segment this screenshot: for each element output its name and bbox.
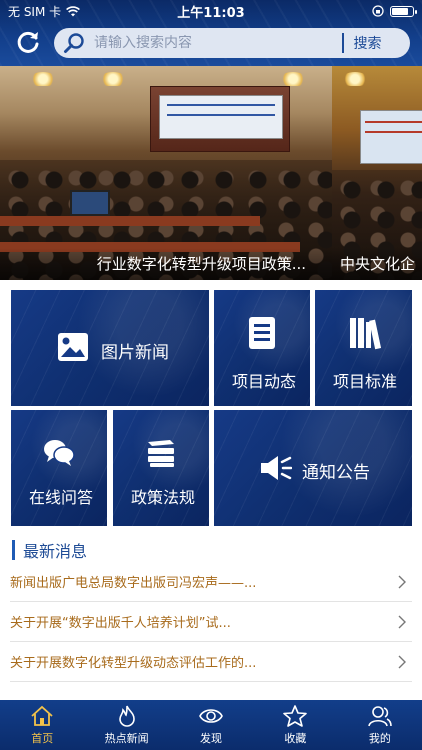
tile-project-news[interactable]: 项目动态	[214, 290, 310, 406]
category-grid: 图片新闻 项目动态 项目标准 在线问答 政策法规 通知公告	[0, 280, 422, 530]
tile-label: 政策法规	[131, 488, 196, 507]
news-item-title: 新闻出版广电总局数字出版司冯宏声——...	[10, 576, 257, 591]
banner-lamp	[280, 72, 306, 86]
tab-mine[interactable]: 我的	[338, 700, 422, 750]
banner-lamp	[100, 72, 126, 86]
carrier-text: 无 SIM 卡	[8, 4, 62, 19]
tab-label: 发现	[200, 731, 223, 745]
search-input[interactable]	[94, 35, 342, 51]
news-section-title: 最新消息	[23, 542, 88, 561]
search-button[interactable]: 搜索	[344, 33, 392, 53]
banner-projection-screen	[360, 110, 422, 164]
banner-caption-bar: 行业数字化转型升级项目政策... 中央文化企	[0, 248, 422, 280]
tab-hot-news[interactable]: 热点新闻	[84, 700, 168, 750]
banner-projection-screen	[159, 95, 283, 139]
chevron-right-icon	[398, 575, 406, 589]
books-icon	[350, 318, 381, 350]
chevron-right-icon	[398, 615, 406, 629]
banner-laptop	[70, 190, 110, 216]
tab-discover[interactable]: 发现	[169, 700, 253, 750]
chevron-right-icon	[398, 655, 406, 669]
news-item-title: 关于开展“数字出版千人培养计划”试...	[10, 616, 231, 631]
news-item-title: 关于开展数字化转型升级动态评估工作的...	[10, 656, 257, 671]
banner-caption: 行业数字化转型升级项目政策...	[96, 255, 306, 273]
document-list-icon	[249, 317, 275, 349]
banner-carousel[interactable]: 行业数字化转型升级项目政策... 中央文化企	[0, 66, 422, 280]
tile-label: 项目动态	[232, 372, 297, 391]
tile-label: 通知公告	[302, 463, 370, 483]
news-section-header: 最新消息	[12, 538, 87, 562]
tile-picture-news[interactable]: 图片新闻	[11, 290, 209, 406]
banner-stage	[150, 86, 290, 152]
eye-icon	[199, 708, 223, 723]
tile-notice[interactable]: 通知公告	[214, 410, 412, 526]
news-item[interactable]: 关于开展数字化转型升级动态评估工作的...	[10, 642, 412, 682]
banner-desk	[0, 216, 260, 226]
banner-lamp	[30, 72, 56, 86]
tab-label: 收藏	[284, 731, 307, 745]
tile-online-qa[interactable]: 在线问答	[11, 410, 107, 526]
speaker-icon	[261, 456, 292, 480]
tab-label: 我的	[368, 731, 391, 745]
search-bar[interactable]: 搜索	[54, 28, 410, 58]
home-icon	[31, 705, 53, 726]
chat-bubbles-icon	[44, 440, 75, 466]
tab-favorites[interactable]: 收藏	[253, 700, 337, 750]
flame-icon	[118, 705, 135, 727]
search-icon	[64, 33, 84, 53]
star-icon	[283, 704, 308, 727]
news-item[interactable]: 关于开展“数字出版千人培养计划”试...	[10, 602, 412, 642]
orientation-lock-icon	[372, 5, 384, 17]
tile-project-standard[interactable]: 项目标准	[315, 290, 412, 406]
tile-label: 项目标准	[333, 372, 398, 391]
news-item[interactable]: 新闻出版广电总局数字出版司冯宏声——...	[10, 562, 412, 602]
status-bar: 无 SIM 卡 上午11:03	[0, 0, 422, 22]
tile-label: 在线问答	[29, 488, 94, 507]
user-icon	[368, 705, 392, 726]
tile-policy[interactable]: 政策法规	[113, 410, 209, 526]
top-header: 无 SIM 卡 上午11:03 搜索	[0, 0, 422, 66]
picture-icon	[58, 333, 88, 361]
refresh-icon[interactable]	[14, 28, 42, 56]
tile-label: 图片新闻	[101, 343, 169, 363]
tab-home[interactable]: 首页	[0, 700, 84, 750]
battery-icon	[390, 5, 417, 17]
banner-caption-next: 中央文化企	[340, 255, 416, 273]
status-right	[372, 5, 417, 17]
status-left: 无 SIM 卡	[8, 3, 81, 20]
wifi-icon	[66, 5, 81, 16]
bottom-tab-bar: 首页 热点新闻 发现 收藏 我的	[0, 700, 422, 750]
tab-label: 首页	[31, 731, 54, 745]
book-stack-icon	[148, 440, 174, 467]
banner-lamp	[342, 72, 368, 86]
tab-label: 热点新闻	[104, 731, 149, 745]
news-accent-bar	[12, 540, 15, 560]
